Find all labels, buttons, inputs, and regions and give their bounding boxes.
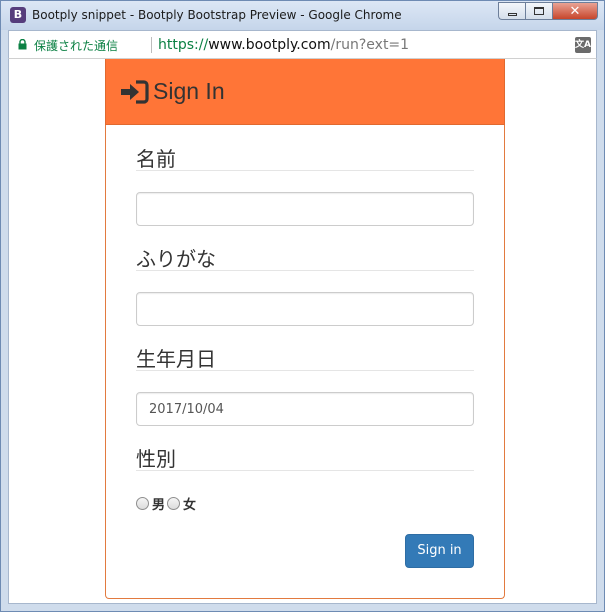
title-bar: B Bootply snippet - Bootply Bootstrap Pr… xyxy=(1,1,604,30)
secure-connection-label[interactable]: 保護された通信 xyxy=(34,37,118,54)
close-icon: ✕ xyxy=(569,3,581,19)
bootply-app-icon: B xyxy=(10,7,26,23)
minimize-icon xyxy=(507,12,517,16)
name-input[interactable] xyxy=(136,192,474,226)
signin-panel: Sign In 名前 ふりがな 生年月日 性別 男 女 Sign in xyxy=(105,59,505,599)
panel-heading: Sign In xyxy=(105,59,505,125)
maximize-button[interactable] xyxy=(525,2,552,20)
url-path: /run?ext=1 xyxy=(330,37,410,53)
address-separator xyxy=(151,37,152,53)
window-controls: ✕ xyxy=(498,2,598,20)
url-protocol: https:// xyxy=(158,37,209,53)
url-host: www.bootply.com xyxy=(208,37,331,53)
birthdate-input[interactable] xyxy=(136,392,474,426)
gender-male-label[interactable]: 男 xyxy=(152,494,165,513)
furigana-input[interactable] xyxy=(136,292,474,326)
browser-window: B Bootply snippet - Bootply Bootstrap Pr… xyxy=(0,0,605,612)
sign-in-icon xyxy=(121,80,149,104)
close-button[interactable]: ✕ xyxy=(552,2,598,20)
maximize-icon xyxy=(534,7,544,15)
gender-radio-group: 男 女 xyxy=(136,494,198,513)
translate-icon[interactable]: 文A xyxy=(575,37,591,53)
window-title: Bootply snippet - Bootply Bootstrap Prev… xyxy=(32,8,402,22)
address-bar[interactable]: 保護された通信 https://www.bootply.com/run?ext=… xyxy=(8,30,597,58)
minimize-button[interactable] xyxy=(498,2,525,20)
page-viewport: Sign In 名前 ふりがな 生年月日 性別 男 女 Sign in xyxy=(8,58,597,604)
lock-icon xyxy=(18,39,27,50)
birthdate-legend: 生年月日 xyxy=(136,343,474,371)
name-legend: 名前 xyxy=(136,143,474,171)
gender-legend: 性別 xyxy=(136,443,474,471)
gender-male-radio[interactable] xyxy=(136,497,149,510)
gender-female-radio[interactable] xyxy=(167,497,181,510)
url-text[interactable]: https://www.bootply.com/run?ext=1 xyxy=(158,37,409,53)
gender-female-label[interactable]: 女 xyxy=(183,494,196,513)
sign-in-button[interactable]: Sign in xyxy=(405,534,474,568)
furigana-legend: ふりがな xyxy=(136,243,474,271)
panel-title: Sign In xyxy=(153,78,225,104)
